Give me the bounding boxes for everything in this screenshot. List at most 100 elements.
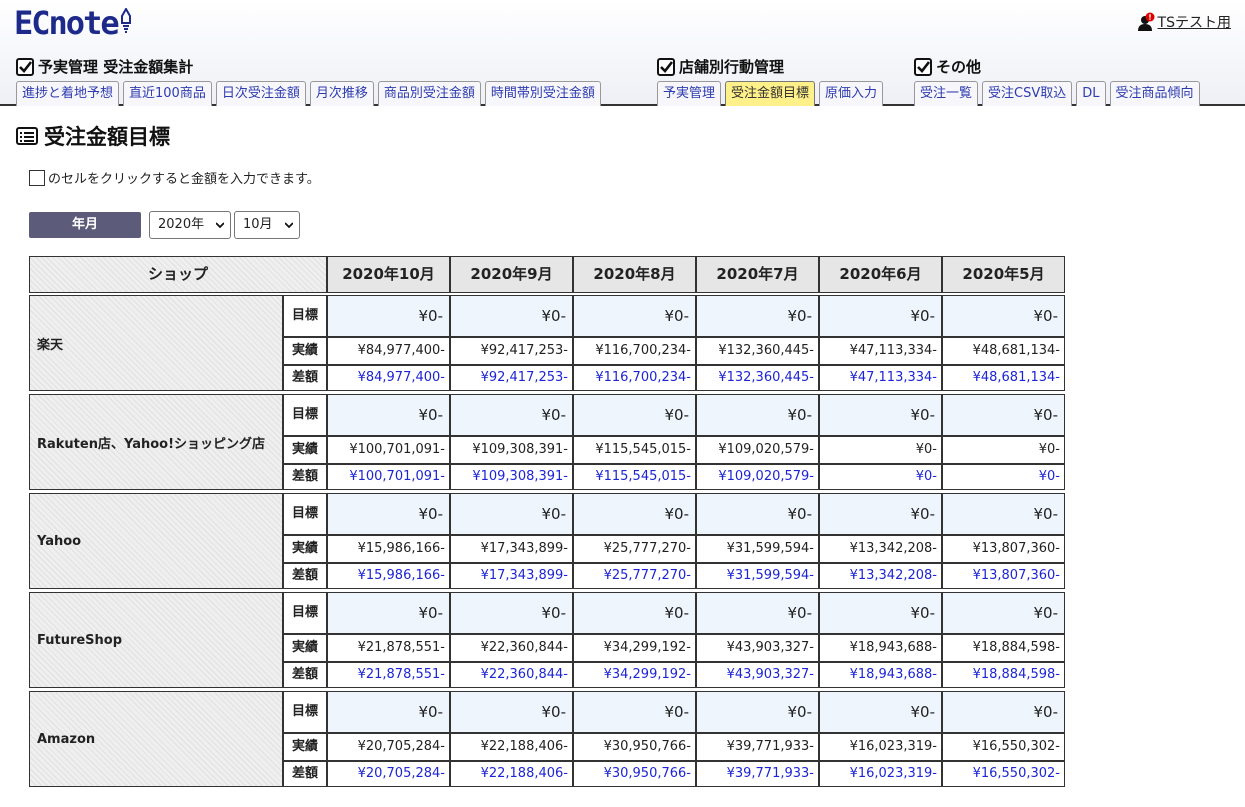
tab-plan[interactable]: 予実管理	[657, 81, 722, 106]
target-input-cell[interactable]: ¥0-	[696, 592, 819, 634]
diff-value-cell: ¥109,020,579-	[696, 464, 819, 490]
month-column-header: 2020年10月	[327, 256, 450, 293]
target-input-cell[interactable]: ¥0-	[819, 691, 942, 733]
tab-by-hour[interactable]: 時間帯別受注金額	[484, 81, 601, 106]
shop-name-cell: 楽天	[29, 295, 283, 391]
month-column-header: 2020年5月	[942, 256, 1065, 293]
user-menu[interactable]: TSテスト用	[1137, 12, 1231, 32]
tabs-store: 予実管理 受注金額目標 原価入力	[657, 81, 884, 106]
target-input-cell[interactable]: ¥0-	[819, 295, 942, 337]
actual-value-cell: ¥100,701,091-	[327, 436, 450, 464]
diff-value-cell: ¥34,299,192-	[573, 662, 696, 688]
app-logo[interactable]: ECnote	[14, 4, 133, 42]
target-input-cell[interactable]: ¥0-	[942, 295, 1065, 337]
diff-value-cell: ¥25,777,270-	[573, 563, 696, 589]
month-column-header: 2020年8月	[573, 256, 696, 293]
diff-value-cell: ¥116,700,234-	[573, 365, 696, 391]
target-input-cell[interactable]: ¥0-	[327, 592, 450, 634]
diff-value-cell: ¥100,701,091-	[327, 464, 450, 490]
target-input-cell[interactable]: ¥0-	[942, 493, 1065, 535]
actual-value-cell: ¥109,020,579-	[696, 436, 819, 464]
year-month-label: 年月	[29, 212, 141, 238]
diff-value-cell: ¥0-	[819, 464, 942, 490]
diff-value-cell: ¥115,545,015-	[573, 464, 696, 490]
target-input-cell[interactable]: ¥0-	[450, 592, 573, 634]
hint-text: のセルをクリックすると金額を入力できます。	[48, 172, 320, 187]
target-input-cell[interactable]: ¥0-	[450, 295, 573, 337]
target-input-cell[interactable]: ¥0-	[696, 691, 819, 733]
target-input-cell[interactable]: ¥0-	[327, 295, 450, 337]
target-input-cell[interactable]: ¥0-	[450, 691, 573, 733]
actual-value-cell: ¥116,700,234-	[573, 337, 696, 365]
diff-value-cell: ¥39,771,933-	[696, 761, 819, 787]
tab-daily[interactable]: 日次受注金額	[215, 81, 306, 106]
target-input-cell[interactable]: ¥0-	[573, 394, 696, 436]
tab-by-product[interactable]: 商品別受注金額	[377, 81, 481, 106]
actual-value-cell: ¥13,807,360-	[942, 535, 1065, 563]
month-select[interactable]: 10月	[234, 211, 300, 239]
diff-value-cell: ¥15,986,166-	[327, 563, 450, 589]
actual-value-cell: ¥48,681,134-	[942, 337, 1065, 365]
actual-value-cell: ¥16,550,302-	[942, 733, 1065, 761]
tab-product-trend[interactable]: 受注商品傾向	[1109, 81, 1200, 106]
tab-cost-input[interactable]: 原価入力	[819, 81, 884, 106]
row-label-actual: 実績	[283, 733, 327, 761]
page-title: 受注金額目標	[16, 121, 170, 151]
target-input-cell[interactable]: ¥0-	[696, 394, 819, 436]
row-label-diff: 差額	[283, 563, 327, 589]
month-column-header: 2020年7月	[696, 256, 819, 293]
target-input-cell[interactable]: ¥0-	[573, 295, 696, 337]
tab-order-target[interactable]: 受注金額目標	[725, 81, 816, 106]
target-input-cell[interactable]: ¥0-	[327, 493, 450, 535]
row-label-target: 目標	[283, 493, 327, 535]
diff-value-cell: ¥18,884,598-	[942, 662, 1065, 688]
diff-value-cell: ¥47,113,334-	[819, 365, 942, 391]
diff-value-cell: ¥84,977,400-	[327, 365, 450, 391]
actual-value-cell: ¥22,360,844-	[450, 634, 573, 662]
tab-monthly[interactable]: 月次推移	[309, 81, 374, 106]
target-input-cell[interactable]: ¥0-	[450, 493, 573, 535]
target-input-cell[interactable]: ¥0-	[942, 592, 1065, 634]
target-input-cell[interactable]: ¥0-	[942, 691, 1065, 733]
actual-value-cell: ¥30,950,766-	[573, 733, 696, 761]
actual-value-cell: ¥15,986,166-	[327, 535, 450, 563]
diff-value-cell: ¥16,550,302-	[942, 761, 1065, 787]
user-name-link[interactable]: TSテスト用	[1158, 12, 1231, 32]
actual-value-cell: ¥22,188,406-	[450, 733, 573, 761]
logo-text: ECnote	[14, 4, 120, 42]
row-label-actual: 実績	[283, 337, 327, 365]
diff-value-cell: ¥13,342,208-	[819, 563, 942, 589]
diff-value-cell: ¥92,417,253-	[450, 365, 573, 391]
target-input-cell[interactable]: ¥0-	[819, 394, 942, 436]
tab-download[interactable]: DL	[1076, 81, 1106, 106]
actual-value-cell: ¥20,705,284-	[327, 733, 450, 761]
diff-value-cell: ¥20,705,284-	[327, 761, 450, 787]
target-input-cell[interactable]: ¥0-	[819, 493, 942, 535]
year-select[interactable]: 2020年	[149, 211, 231, 239]
target-input-cell[interactable]: ¥0-	[327, 394, 450, 436]
target-input-cell[interactable]: ¥0-	[327, 691, 450, 733]
target-input-cell[interactable]: ¥0-	[573, 493, 696, 535]
target-input-cell[interactable]: ¥0-	[450, 394, 573, 436]
row-label-target: 目標	[283, 691, 327, 733]
target-input-cell[interactable]: ¥0-	[696, 493, 819, 535]
top-header: ECnote TSテスト用 予実管理 受注金額集計 進捗と着地予想 直近100商…	[0, 0, 1245, 106]
checkbox-checked-icon	[914, 57, 932, 76]
diff-value-cell: ¥22,188,406-	[450, 761, 573, 787]
row-label-diff: 差額	[283, 464, 327, 490]
tab-recent-100[interactable]: 直近100商品	[123, 81, 212, 106]
target-input-cell[interactable]: ¥0-	[573, 691, 696, 733]
row-label-diff: 差額	[283, 761, 327, 787]
target-input-cell[interactable]: ¥0-	[942, 394, 1065, 436]
list-icon	[16, 127, 38, 145]
actual-value-cell: ¥47,113,334-	[819, 337, 942, 365]
actual-value-cell: ¥21,878,551-	[327, 634, 450, 662]
tab-csv-import[interactable]: 受注CSV取込	[982, 81, 1073, 106]
row-label-actual: 実績	[283, 634, 327, 662]
target-input-cell[interactable]: ¥0-	[696, 295, 819, 337]
target-input-cell[interactable]: ¥0-	[573, 592, 696, 634]
tab-order-list[interactable]: 受注一覧	[914, 81, 979, 106]
target-input-cell[interactable]: ¥0-	[819, 592, 942, 634]
section-store: 店舗別行動管理	[657, 56, 784, 77]
tab-progress[interactable]: 進捗と着地予想	[16, 81, 120, 106]
